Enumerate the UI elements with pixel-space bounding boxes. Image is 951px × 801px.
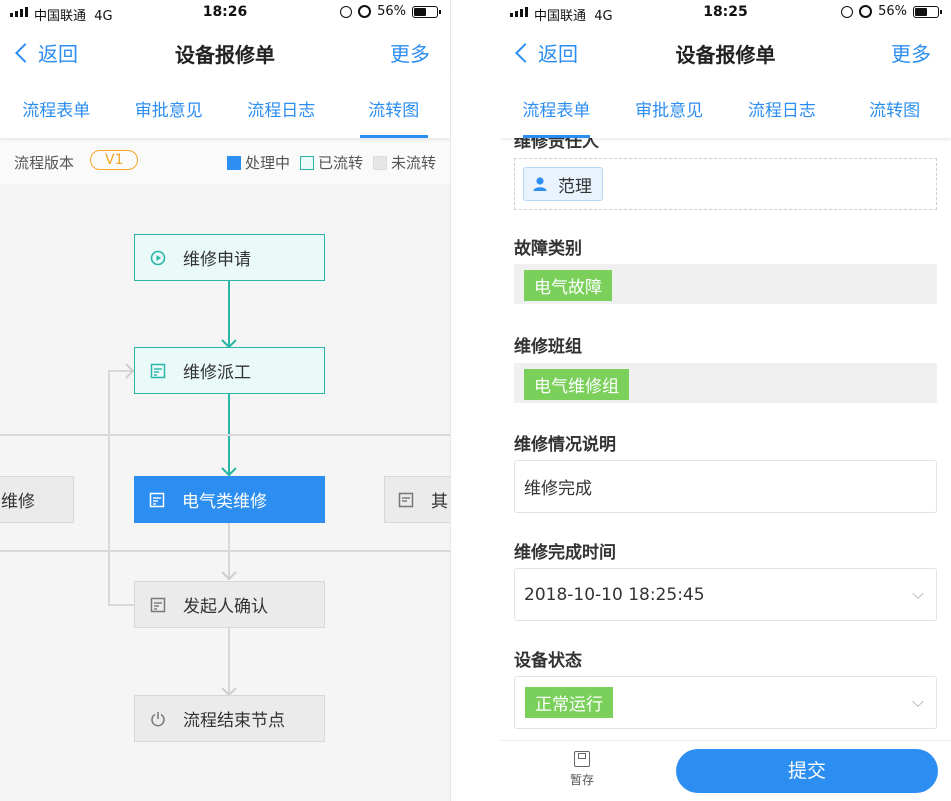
tab-bar: 流程表单 审批意见 流程日志 流转图 [0, 76, 450, 138]
chevron-down-icon [912, 695, 924, 707]
return-line [108, 370, 110, 606]
responsible-label: 维修责任人 [514, 138, 599, 152]
form-icon [148, 491, 166, 509]
page-title: 设备报修单 [175, 43, 275, 67]
legend-transferred: 已流转 [317, 154, 363, 172]
more-button[interactable]: 更多 [390, 38, 430, 67]
legend-processing-swatch [226, 155, 241, 170]
play-icon [149, 249, 167, 267]
flow-canvas[interactable]: 维修申请 维修派工 维修 电气类维修 其 发起人确认 流程结束节点 [0, 184, 450, 801]
tab-form[interactable]: 流程表单 [500, 76, 613, 138]
version-badge: V1 [90, 150, 139, 170]
more-button[interactable]: 更多 [891, 38, 931, 67]
user-chip[interactable]: 范理 [523, 167, 603, 201]
legend-processing: 处理中 [244, 154, 290, 172]
responsible-field[interactable]: 范理 [514, 158, 937, 210]
tab-flowchart[interactable]: 流转图 [838, 76, 951, 138]
alarm-icon [859, 5, 873, 18]
form-body[interactable]: 维修责任人 范理 故障类别 电气故障 维修班组 电气维修组 维修情况说明 维修完… [500, 138, 951, 740]
version-bar: 流程版本 V1 处理中 已流转 未流转 [0, 138, 450, 184]
fault-type-field[interactable]: 电气故障 [514, 264, 937, 304]
team-field[interactable]: 电气维修组 [514, 363, 937, 403]
status-bar: 中国联通 4G 18:25 56% [500, 0, 951, 28]
node-repair-dispatch[interactable]: 维修派工 [134, 347, 325, 394]
orientation-lock-icon [340, 5, 353, 18]
node-electric-repair[interactable]: 电气类维修 [134, 476, 325, 523]
tab-log[interactable]: 流程日志 [225, 76, 338, 138]
description-input[interactable]: 维修完成 [514, 460, 937, 513]
branch-line [0, 550, 450, 552]
power-icon [149, 710, 167, 728]
form-icon [149, 362, 167, 380]
return-line [108, 604, 134, 606]
node-partial-left[interactable]: 维修 [0, 476, 74, 523]
status-select[interactable]: 正常运行 [514, 676, 937, 729]
legend-pending: 未流转 [390, 154, 436, 172]
battery-icon [412, 5, 441, 18]
node-initiator-confirm[interactable]: 发起人确认 [134, 581, 325, 628]
team-label: 维修班组 [514, 337, 582, 357]
tab-approval[interactable]: 审批意见 [113, 76, 226, 138]
tab-log[interactable]: 流程日志 [726, 76, 839, 138]
form-screen: 中国联通 4G 18:25 56% 返回 设备报修单 更多 流程表单 审批意见 … [500, 0, 951, 801]
tab-bar: 流程表单 审批意见 流程日志 流转图 [500, 76, 951, 138]
status-label: 设备状态 [514, 651, 582, 671]
node-repair-apply[interactable]: 维修申请 [134, 234, 325, 281]
fault-type-tag: 电气故障 [524, 270, 612, 301]
node-partial-right[interactable]: 其 [384, 476, 450, 523]
legend-pending-swatch [372, 155, 387, 170]
orientation-lock-icon [841, 5, 854, 18]
flow-diagram-screen: 中国联通 4G 18:26 56% 返回 设备报修单 更多 流程表单 审批意见 … [0, 0, 451, 801]
form-icon [397, 491, 415, 509]
tab-form[interactable]: 流程表单 [0, 76, 113, 138]
save-draft-button[interactable]: 暂存 [558, 751, 606, 788]
version-label: 流程版本 [14, 154, 75, 172]
battery-icon [913, 5, 942, 18]
finish-time-picker[interactable]: 2018-10-10 18:25:45 [514, 568, 937, 621]
status-tag: 正常运行 [525, 687, 613, 718]
connector-line [228, 280, 230, 346]
tab-approval[interactable]: 审批意见 [613, 76, 726, 138]
page-title: 设备报修单 [675, 43, 776, 67]
node-flow-end[interactable]: 流程结束节点 [134, 695, 325, 742]
branch-line [0, 434, 450, 436]
status-bar: 中国联通 4G 18:26 56% [0, 0, 450, 28]
alarm-icon [358, 5, 372, 18]
battery-percent: 56% [377, 4, 406, 19]
chevron-down-icon [912, 587, 924, 599]
tab-flowchart[interactable]: 流转图 [338, 76, 451, 138]
nav-bar: 返回 设备报修单 更多 [0, 28, 450, 76]
user-icon [532, 176, 548, 192]
save-icon [574, 751, 590, 767]
battery-percent: 56% [878, 4, 907, 19]
submit-button[interactable]: 提交 [676, 749, 938, 793]
description-label: 维修情况说明 [514, 435, 616, 455]
finish-time-label: 维修完成时间 [514, 543, 616, 563]
team-tag: 电气维修组 [524, 369, 629, 400]
form-icon [149, 596, 167, 614]
fault-type-label: 故障类别 [514, 239, 582, 259]
legend-transferred-swatch [299, 155, 314, 170]
legend: 处理中 已流转 未流转 [221, 152, 436, 173]
nav-bar: 返回 设备报修单 更多 [500, 28, 951, 76]
footer-bar: 暂存 提交 [500, 740, 951, 801]
